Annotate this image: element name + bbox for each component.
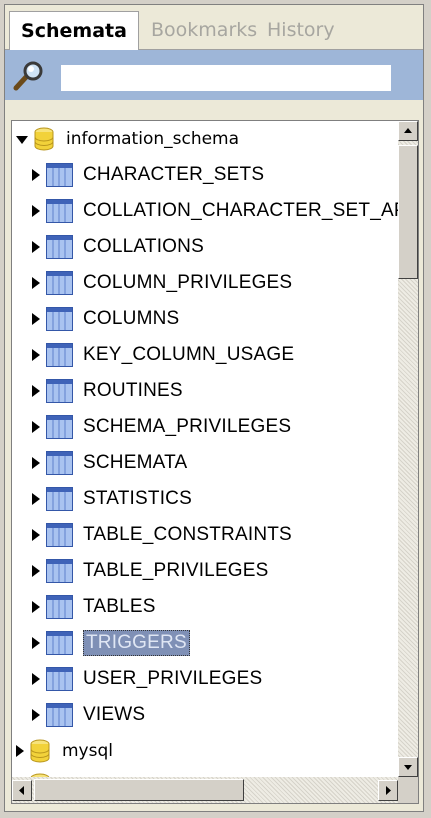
horizontal-scrollbar[interactable]	[12, 777, 398, 803]
tree-item-table[interactable]: COLUMN_PRIVILEGES	[32, 265, 292, 301]
table-label: TABLES	[83, 596, 156, 617]
search-input[interactable]	[61, 65, 391, 91]
expand-arrow-icon[interactable]	[32, 421, 40, 433]
table-label: KEY_COLUMN_USAGE	[83, 344, 295, 365]
table-label: TABLE_PRIVILEGES	[83, 560, 269, 581]
database-icon	[34, 127, 54, 151]
table-icon	[46, 235, 73, 259]
tree-item-table[interactable]: VIEWS	[32, 697, 145, 733]
tree-item-schema[interactable]: mysql	[16, 733, 113, 769]
tab-bar: Schemata Bookmarks History	[5, 5, 423, 51]
expand-arrow-icon[interactable]	[32, 673, 40, 685]
table-label: TABLE_CONSTRAINTS	[83, 524, 292, 545]
arrow-left-icon	[19, 786, 24, 795]
tree-item-partial	[16, 767, 62, 777]
table-icon	[46, 307, 73, 331]
tab-schemata[interactable]: Schemata	[9, 11, 139, 51]
tree-item-table[interactable]: TABLES	[32, 589, 156, 625]
expand-arrow-icon[interactable]	[32, 385, 40, 397]
scroll-down-button[interactable]	[398, 757, 418, 777]
tree-item-table[interactable]: STATISTICS	[32, 481, 192, 517]
arrow-down-icon	[404, 765, 412, 770]
tree-item-table[interactable]: TABLE_PRIVILEGES	[32, 553, 269, 589]
tree-item-table[interactable]: TABLE_CONSTRAINTS	[32, 517, 292, 553]
search-bar	[5, 50, 423, 100]
tree-item-table[interactable]: USER_PRIVILEGES	[32, 661, 262, 697]
table-icon	[46, 379, 73, 403]
table-icon	[46, 559, 73, 583]
table-icon	[46, 631, 73, 655]
tree-list: information_schema CHARACTER_SETS COLLAT…	[12, 121, 398, 777]
tree-item-table[interactable]: ROUTINES	[32, 373, 183, 409]
table-icon	[46, 595, 73, 619]
table-label: COLUMNS	[83, 308, 180, 329]
scroll-left-button[interactable]	[12, 780, 32, 801]
expand-arrow-icon[interactable]	[32, 529, 40, 541]
expand-arrow-icon[interactable]	[32, 457, 40, 469]
search-icon[interactable]	[11, 60, 47, 92]
horizontal-scroll-thumb[interactable]	[34, 779, 244, 801]
table-label: USER_PRIVILEGES	[83, 668, 263, 689]
table-icon	[46, 451, 73, 475]
table-label: SCHEMA_PRIVILEGES	[83, 416, 292, 437]
tree-item-table[interactable]: SCHEMA_PRIVILEGES	[32, 409, 291, 445]
schema-label: mysql	[62, 741, 113, 761]
expand-arrow-icon[interactable]	[32, 205, 40, 217]
expand-arrow-icon[interactable]	[32, 349, 40, 361]
schema-tree: information_schema CHARACTER_SETS COLLAT…	[11, 120, 419, 804]
table-label: COLLATION_CHARACTER_SET_APPLICABILITY	[83, 200, 398, 221]
tab-history[interactable]: History	[267, 11, 335, 49]
spacer	[5, 100, 423, 120]
table-label: TRIGGERS	[83, 630, 190, 656]
expand-arrow-icon[interactable]	[16, 136, 28, 144]
expand-arrow-icon[interactable]	[32, 241, 40, 253]
vertical-scroll-thumb[interactable]	[398, 145, 418, 279]
table-icon	[46, 199, 73, 223]
table-label: COLLATIONS	[83, 236, 204, 257]
table-label: ROUTINES	[83, 380, 183, 401]
tree-item-table-selected[interactable]: TRIGGERS	[32, 625, 190, 661]
expand-arrow-icon[interactable]	[32, 637, 40, 649]
table-icon	[46, 415, 73, 439]
table-label: VIEWS	[83, 704, 146, 725]
expand-arrow-icon[interactable]	[32, 277, 40, 289]
scroll-up-button[interactable]	[398, 121, 418, 141]
expand-arrow-icon[interactable]	[32, 493, 40, 505]
expand-arrow-icon[interactable]	[32, 601, 40, 613]
tree-item-table[interactable]: COLLATIONS	[32, 229, 204, 265]
table-label: SCHEMATA	[83, 452, 188, 473]
table-icon	[46, 163, 73, 187]
vertical-scrollbar[interactable]	[398, 121, 418, 777]
table-icon	[46, 703, 73, 727]
tree-item-table[interactable]: CHARACTER_SETS	[32, 157, 264, 193]
table-label: COLUMN_PRIVILEGES	[83, 272, 293, 293]
tab-bookmarks[interactable]: Bookmarks	[151, 11, 257, 49]
table-icon	[46, 523, 73, 547]
tree-item-table[interactable]: COLUMNS	[32, 301, 179, 337]
scroll-right-button[interactable]	[378, 780, 398, 801]
database-icon	[30, 739, 50, 763]
table-icon	[46, 667, 73, 691]
schema-browser-panel: Schemata Bookmarks History information_s…	[4, 4, 424, 812]
schema-label: information_schema	[66, 129, 240, 149]
arrow-up-icon	[404, 128, 412, 133]
expand-arrow-icon[interactable]	[32, 313, 40, 325]
expand-arrow-icon[interactable]	[32, 709, 40, 721]
table-icon	[46, 343, 73, 367]
expand-arrow-icon[interactable]	[16, 745, 24, 757]
table-label: STATISTICS	[83, 488, 192, 509]
table-icon	[46, 487, 73, 511]
tree-item-table[interactable]: SCHEMATA	[32, 445, 187, 481]
table-label: CHARACTER_SETS	[83, 164, 265, 185]
scrollbar-corner	[398, 777, 418, 803]
table-icon	[46, 271, 73, 295]
tree-item-schema[interactable]: information_schema	[16, 121, 239, 157]
tree-item-table[interactable]: KEY_COLUMN_USAGE	[32, 337, 294, 373]
arrow-right-icon	[386, 786, 391, 795]
tree-item-table[interactable]: COLLATION_CHARACTER_SET_APPLICABILITY	[32, 193, 398, 229]
expand-arrow-icon[interactable]	[32, 169, 40, 181]
expand-arrow-icon[interactable]	[32, 565, 40, 577]
